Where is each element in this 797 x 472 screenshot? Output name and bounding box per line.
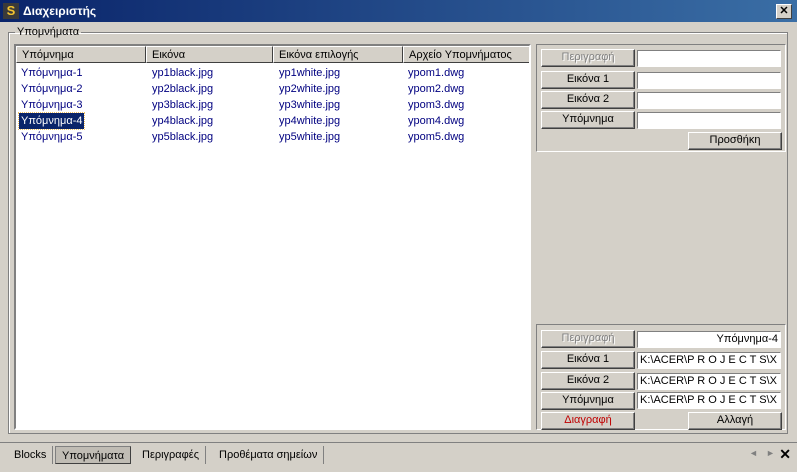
description-button[interactable]: Περιγραφή — [541, 330, 635, 348]
change-button[interactable]: Αλλαγή — [688, 412, 782, 430]
title-bar: S Διαχειριστής ✕ — [0, 0, 797, 22]
description-field[interactable] — [637, 50, 781, 67]
app-icon: S — [3, 3, 19, 19]
list-row[interactable]: Υπόμνημα-5 yp5black.jpg yp5white.jpg ypo… — [16, 129, 529, 145]
close-icon[interactable]: ✕ — [776, 4, 792, 19]
window-title: Διαχειριστής — [23, 4, 97, 18]
tab-close-icon[interactable]: ✕ — [779, 446, 791, 463]
tab-legends[interactable]: Υπομνήματα — [55, 446, 132, 464]
image2-field[interactable]: K:\ACER\P R O J E C T S\X — [637, 373, 781, 390]
edit-panel: Περιγραφή Υπόμνημα-4 Εικόνα 1 K:\ACER\P … — [536, 324, 786, 430]
tab-descriptions[interactable]: Περιγραφές — [136, 446, 207, 464]
cell-legend-file: ypom1.dwg — [408, 67, 465, 79]
list-row[interactable]: Υπόμνημα-3 yp3black.jpg yp3white.jpg ypo… — [16, 97, 529, 113]
image1-field[interactable] — [637, 72, 781, 89]
tab-bar: Blocks Υπομνήματα Περιγραφές Προθέματα σ… — [0, 442, 797, 472]
column-header-legend[interactable]: Υπόμνημα — [16, 46, 146, 63]
cell-image: yp5black.jpg — [152, 131, 214, 143]
column-header-select-image[interactable]: Εικόνα επιλογής — [273, 46, 403, 63]
cell-select-image: yp4white.jpg — [279, 115, 341, 127]
tab-prev-icon[interactable]: ◄ — [749, 448, 758, 458]
add-button[interactable]: Προσθήκη — [688, 132, 782, 150]
cell-legend: Υπόμνημα-1 — [21, 67, 83, 79]
image2-field[interactable] — [637, 92, 781, 109]
image2-button[interactable]: Εικόνα 2 — [541, 372, 635, 390]
cell-select-image: yp5white.jpg — [279, 131, 341, 143]
list-header: Υπόμνημα Εικόνα Εικόνα επιλογής Αρχείο Υ… — [16, 46, 529, 63]
legend-button[interactable]: Υπόμνημα — [541, 111, 635, 129]
cell-legend-file: ypom4.dwg — [408, 115, 465, 127]
list-row[interactable]: Υπόμνημα-2 yp2black.jpg yp2white.jpg ypo… — [16, 81, 529, 97]
legends-list[interactable]: Υπόμνημα Εικόνα Εικόνα επιλογής Αρχείο Υ… — [14, 44, 531, 430]
cell-image: yp1black.jpg — [152, 67, 214, 79]
tab-blocks[interactable]: Blocks — [8, 446, 54, 464]
cell-select-image: yp2white.jpg — [279, 83, 341, 95]
cell-image: yp4black.jpg — [152, 115, 214, 127]
tab-next-icon[interactable]: ► — [766, 448, 775, 458]
image2-button[interactable]: Εικόνα 2 — [541, 91, 635, 109]
column-header-legend-file[interactable]: Αρχείο Υπομνήματος — [403, 46, 529, 63]
cell-select-image: yp3white.jpg — [279, 99, 341, 111]
legend-field[interactable]: K:\ACER\P R O J E C T S\X — [637, 392, 781, 409]
cell-legend: Υπόμνημα-3 — [21, 99, 83, 111]
cell-image: yp2black.jpg — [152, 83, 214, 95]
cell-legend: Υπόμνημα-2 — [21, 83, 83, 95]
image1-button[interactable]: Εικόνα 1 — [541, 71, 635, 89]
group-legend: Υπομνήματα — [17, 26, 80, 38]
cell-legend-file: ypom5.dwg — [408, 131, 465, 143]
cell-image: yp3black.jpg — [152, 99, 214, 111]
legend-field[interactable] — [637, 112, 781, 129]
list-row-selected[interactable]: Υπόμνημα-4 yp4black.jpg yp4white.jpg ypo… — [16, 112, 529, 130]
cell-legend-file: ypom3.dwg — [408, 99, 465, 111]
list-row[interactable]: Υπόμνημα-1 yp1black.jpg yp1white.jpg ypo… — [16, 65, 529, 81]
description-field[interactable]: Υπόμνημα-4 — [637, 331, 781, 348]
legend-button[interactable]: Υπόμνημα — [541, 392, 635, 410]
cell-legend: Υπόμνημα-5 — [21, 131, 83, 143]
column-header-image[interactable]: Εικόνα — [146, 46, 273, 63]
add-panel: Περιγραφή Εικόνα 1 Εικόνα 2 Υπόμνημα Προ… — [536, 44, 786, 152]
image1-field[interactable]: K:\ACER\P R O J E C T S\X — [637, 352, 781, 369]
image1-button[interactable]: Εικόνα 1 — [541, 351, 635, 369]
description-button[interactable]: Περιγραφή — [541, 49, 635, 67]
tab-point-prefixes[interactable]: Προθέματα σημείων — [213, 446, 325, 464]
cell-legend: Υπόμνημα-4 — [17, 112, 86, 130]
cell-select-image: yp1white.jpg — [279, 67, 341, 79]
cell-legend-file: ypom2.dwg — [408, 83, 465, 95]
delete-button[interactable]: Διαγραφή — [541, 412, 635, 430]
